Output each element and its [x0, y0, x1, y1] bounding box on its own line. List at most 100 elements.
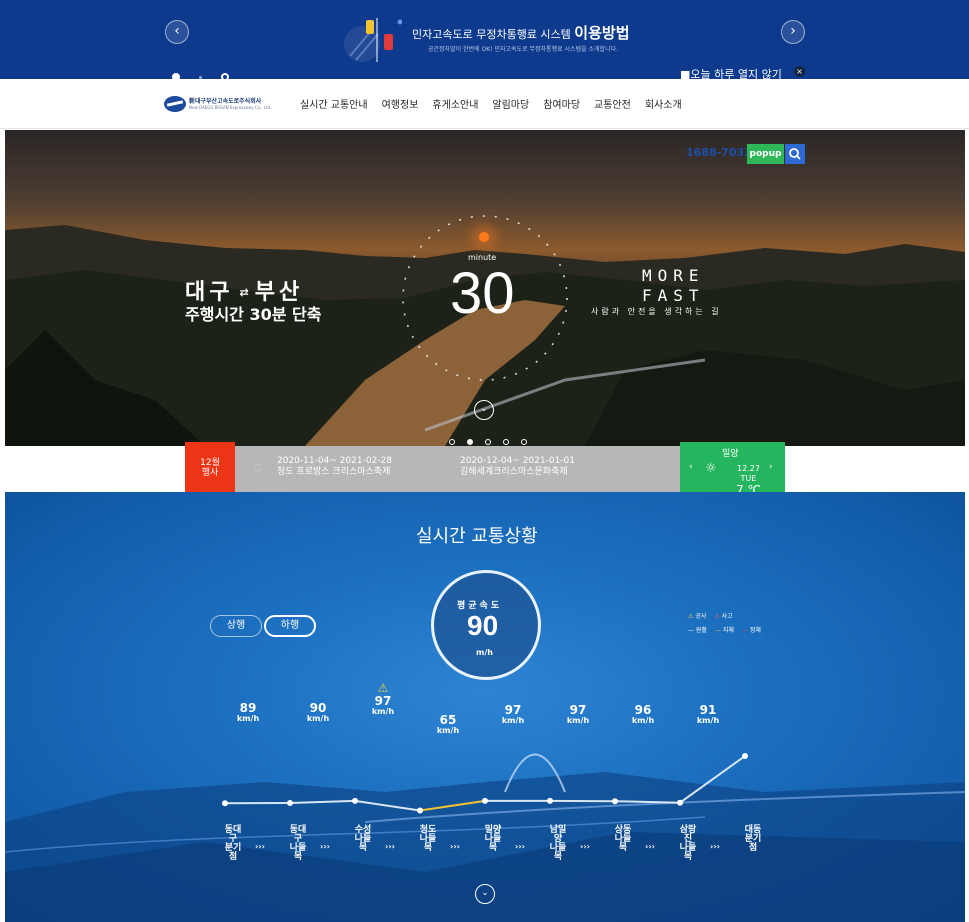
gnb-item-notice[interactable]: 알림마당 [492, 96, 529, 111]
speed-unit: km/h [436, 726, 460, 735]
event-date: 2020-11-04~ 2021-02-28 [277, 456, 393, 466]
speed-point[interactable] [222, 800, 228, 807]
hero-pager[interactable] [449, 430, 534, 446]
speed-point[interactable] [352, 797, 358, 804]
hero-pager-dot[interactable] [485, 439, 492, 445]
speed-point[interactable] [742, 753, 748, 759]
interchange-label-line: 점 [748, 843, 758, 853]
interchange-separator: ››› [255, 842, 265, 851]
promo-title-prefix: 민자고속도로 무정차통행료 시스템 [412, 28, 571, 41]
speed-unit: km/h [371, 707, 395, 716]
interchange-separator: ››› [450, 842, 460, 851]
speed-point[interactable] [417, 807, 423, 814]
hero-fast-text: FAST [642, 286, 705, 305]
interchange-label-line: 목 [293, 852, 303, 862]
speed-value: 89 [239, 701, 257, 715]
promo-banner[interactable]: ‹ 민자고속도로 무정차통행료 시스템 이용방법 공간정자말이 한번에 OK! … [0, 0, 969, 81]
hero-pager-dot[interactable] [503, 439, 510, 445]
hero-subtitle: 주행시간 30분 단축 [185, 305, 322, 324]
logo-english-name: New DAEGU BUSAN Expressway Co., Ltd. [189, 105, 272, 110]
promo-prev-button[interactable]: ‹ [165, 20, 189, 44]
gnb-item-participation[interactable]: 참여마당 [543, 96, 580, 111]
event-month-label: 행사 [201, 468, 219, 478]
speed-value: 97 [569, 703, 587, 717]
interchange-separator: ››› [580, 842, 590, 851]
gnb-item-travel[interactable]: 여행정보 [382, 96, 419, 111]
speed-unit: km/h [696, 716, 720, 725]
speed-value: 65 [439, 713, 457, 727]
hero-pager-dot[interactable] [449, 439, 455, 445]
event-date: 2020-12-04~ 2021-01-01 [460, 456, 576, 466]
hero-more-fast: MORE FAST [642, 266, 705, 306]
event-down-icon[interactable]: ﹀ [254, 468, 261, 478]
speed-value: 97 [374, 694, 392, 708]
hero-pager-dot-active[interactable] [467, 439, 474, 445]
event-item[interactable]: 2020-11-04~ 2021-02-28 청도 프로방스 크리스마스축제 [277, 456, 392, 478]
promo-title[interactable]: 민자고속도로 무정차통행료 시스템 이용방법 [412, 22, 630, 43]
interchange-separator: ››› [710, 842, 720, 851]
event-item[interactable]: 2020-12-04~ 2021-01-01 김해세계크리스마스문화축제 [460, 456, 575, 478]
interchange-separator: ››› [645, 842, 655, 851]
construction-warning-icon[interactable]: ⚠ [353, 681, 413, 695]
speed-unit: km/h [236, 714, 260, 723]
gnb-item-company[interactable]: 회사소개 [645, 96, 682, 111]
event-scroll-arrows[interactable]: ︿ ﹀ [254, 458, 261, 478]
traffic-scroll-down-button[interactable]: ⌄ [475, 884, 495, 904]
speed-value-label: 89 km/h [218, 702, 278, 724]
interchange-label-line: 목 [683, 852, 693, 862]
scroll-down-button[interactable]: ⌄ [474, 400, 494, 420]
event-name: 청도 프로방스 크리스마스축제 [277, 467, 391, 477]
gnb-item-traffic-safety[interactable]: 교통안전 [594, 96, 631, 111]
search-button[interactable] [785, 144, 805, 164]
speed-segment-smooth [614, 800, 681, 804]
hero-visual: 1688-7033 popup 대구 ⇄ 부산 주행시간 30분 단축 minute… [5, 130, 965, 446]
hero-minutes-value: 30 [450, 261, 515, 326]
speed-point[interactable] [287, 800, 293, 806]
logo-name: 新대구부산고속도로주식회사 [189, 98, 262, 105]
event-up-icon[interactable]: ︿ [254, 458, 261, 468]
sunny-icon: ☼ [705, 461, 717, 476]
interchange-label-line: 점 [228, 852, 238, 862]
speed-segment-smooth [354, 799, 421, 812]
speed-value-label: 97 km/h [548, 704, 608, 726]
swap-arrows-icon: ⇄ [239, 286, 249, 299]
speed-point[interactable] [677, 799, 683, 806]
speed-value: 97 [504, 703, 522, 717]
speed-segment-smooth [289, 799, 356, 804]
weather-prev-button[interactable]: ‹ [689, 462, 693, 472]
realtime-traffic-section: 실시간 교통상황 상행 하행 평균속도 90 m/h ⚠ 공사 ⚠ 사고 — 원… [5, 492, 965, 922]
event-name: 김해세계크리스마스문화축제 [460, 467, 568, 477]
speed-point[interactable] [547, 797, 553, 804]
speed-value-label: 97 km/h [353, 695, 413, 717]
company-logo[interactable]: 新대구부산고속도로주식회사 New DAEGU BUSAN Expressway… [164, 95, 272, 115]
gnb-item-realtime-traffic[interactable]: 실시간 교통안내 [300, 96, 368, 111]
event-list: ︿ ﹀ 2020-11-04~ 2021-02-28 청도 프로방스 크리스마스… [235, 446, 680, 492]
interchange-separator: ››› [385, 842, 395, 851]
hero-pager-dot[interactable] [521, 439, 528, 445]
speed-segment-smooth [679, 755, 746, 804]
event-month-badge: 12월 행사 [185, 442, 235, 492]
gnb-menu: 실시간 교통안내 여행정보 휴게소안내 알림마당 참여마당 교통안전 회사소개 [300, 96, 696, 111]
hero-phone-number[interactable]: 1688-7033 [686, 146, 752, 159]
speed-point[interactable] [482, 797, 488, 804]
speed-value-label: 91 km/h [678, 704, 738, 726]
interchange-label[interactable]: 대동 분기 점 [733, 826, 773, 853]
global-navigation: 新대구부산고속도로주식회사 New DAEGU BUSAN Expressway… [0, 79, 969, 129]
speed-value: 91 [699, 703, 717, 717]
weather-widget: 밀양 ‹ ☼ 12.27 TUE 7.℃ › [680, 442, 785, 497]
speed-value: 96 [634, 703, 652, 717]
speed-value-label: 97 km/h [483, 704, 543, 726]
event-month: 12월 [200, 458, 220, 468]
speed-point[interactable] [612, 798, 618, 805]
hero-popup-button[interactable]: popup [747, 144, 784, 164]
promo-close-button[interactable]: × [794, 66, 805, 77]
gnb-item-rest-area[interactable]: 휴게소안내 [432, 96, 478, 111]
promo-next-button[interactable]: › [781, 20, 805, 44]
hero-tagline: 사람과 안전을 생각하는 길 [591, 307, 722, 316]
interchange-separator: ››› [515, 842, 525, 851]
speed-unit: km/h [631, 716, 655, 725]
weather-date: 12.27 TUE [737, 464, 760, 484]
weather-next-button[interactable]: › [769, 462, 773, 472]
speed-unit: km/h [566, 716, 590, 725]
promo-title-emphasis: 이용방법 [574, 24, 630, 42]
